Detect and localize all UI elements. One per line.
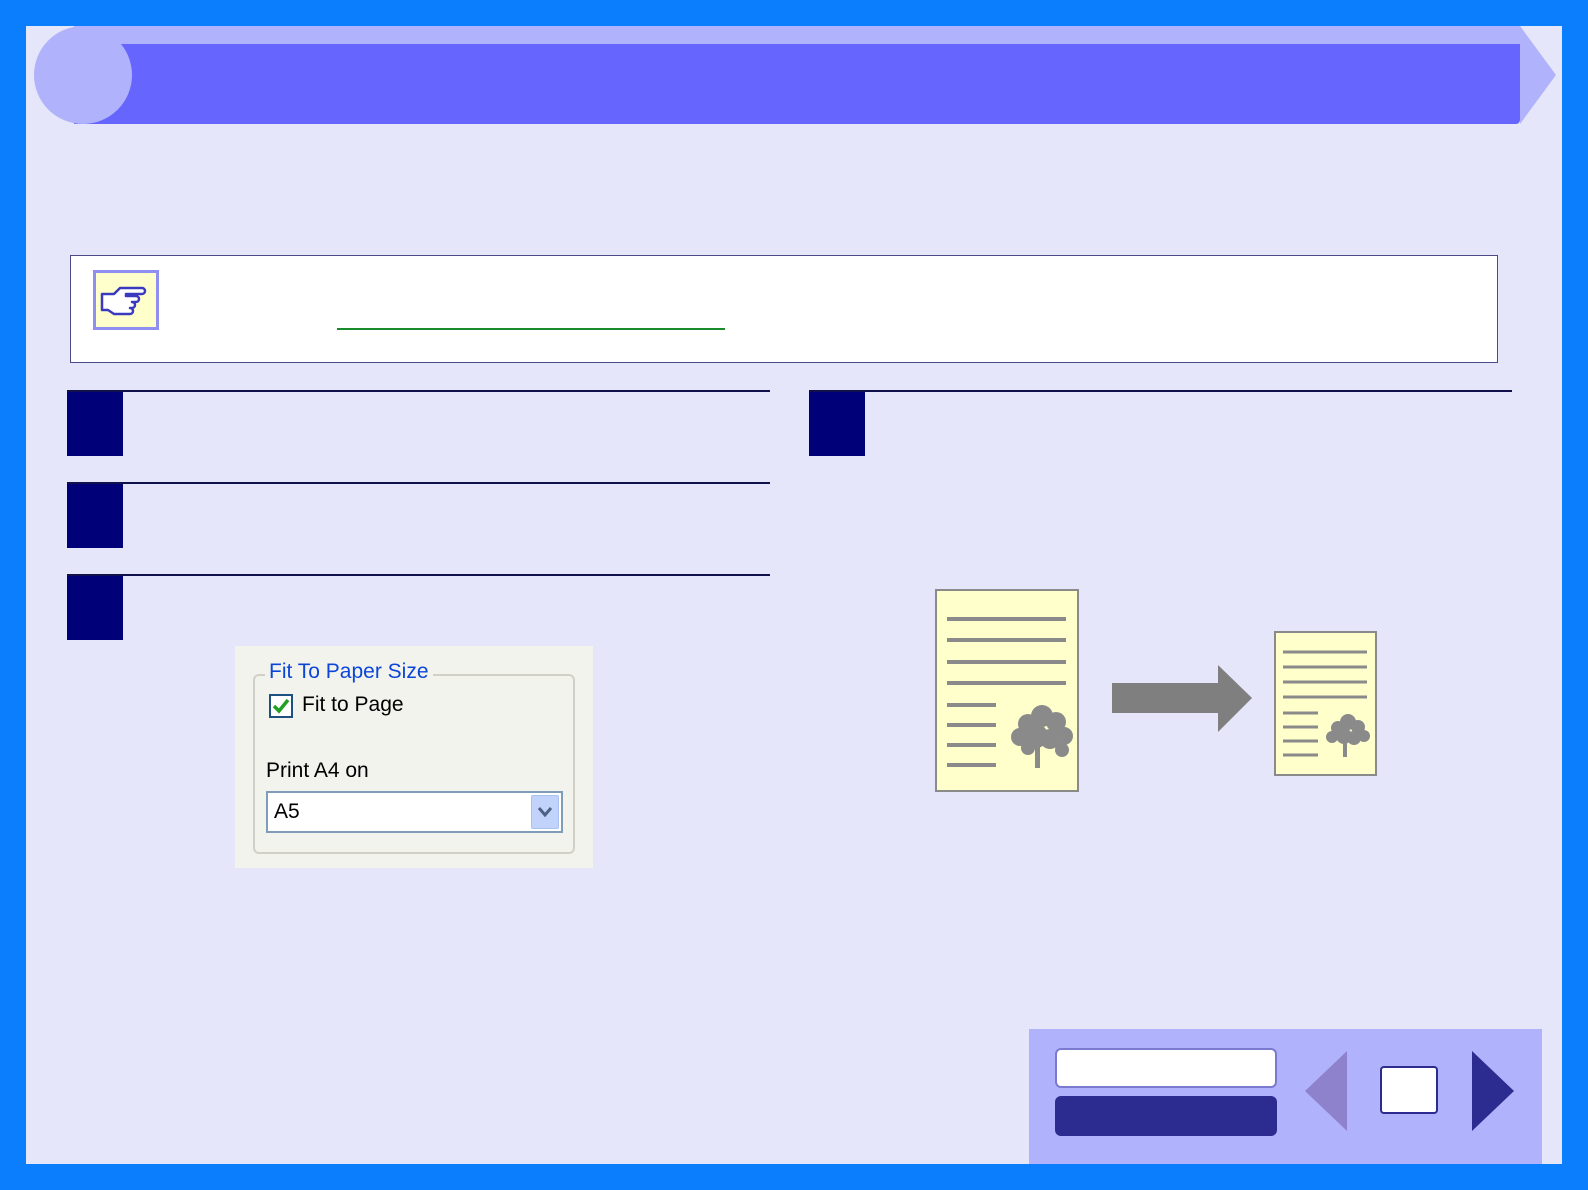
triangle-left-icon[interactable] xyxy=(1305,1051,1347,1131)
index-button[interactable] xyxy=(1055,1096,1277,1136)
navigation-panel xyxy=(1029,1029,1542,1164)
reduced-document-icon xyxy=(1274,631,1377,776)
reduction-illustration xyxy=(935,589,1377,792)
page: Fit To Paper Size Fit to Page Print A4 o… xyxy=(26,26,1562,1164)
page-number-box xyxy=(1380,1066,1438,1114)
triangle-right-icon[interactable] xyxy=(1472,1051,1514,1131)
contents-button[interactable] xyxy=(1055,1048,1277,1088)
right-arrow-icon xyxy=(1112,665,1252,732)
document-with-tree-icon xyxy=(935,589,1079,792)
